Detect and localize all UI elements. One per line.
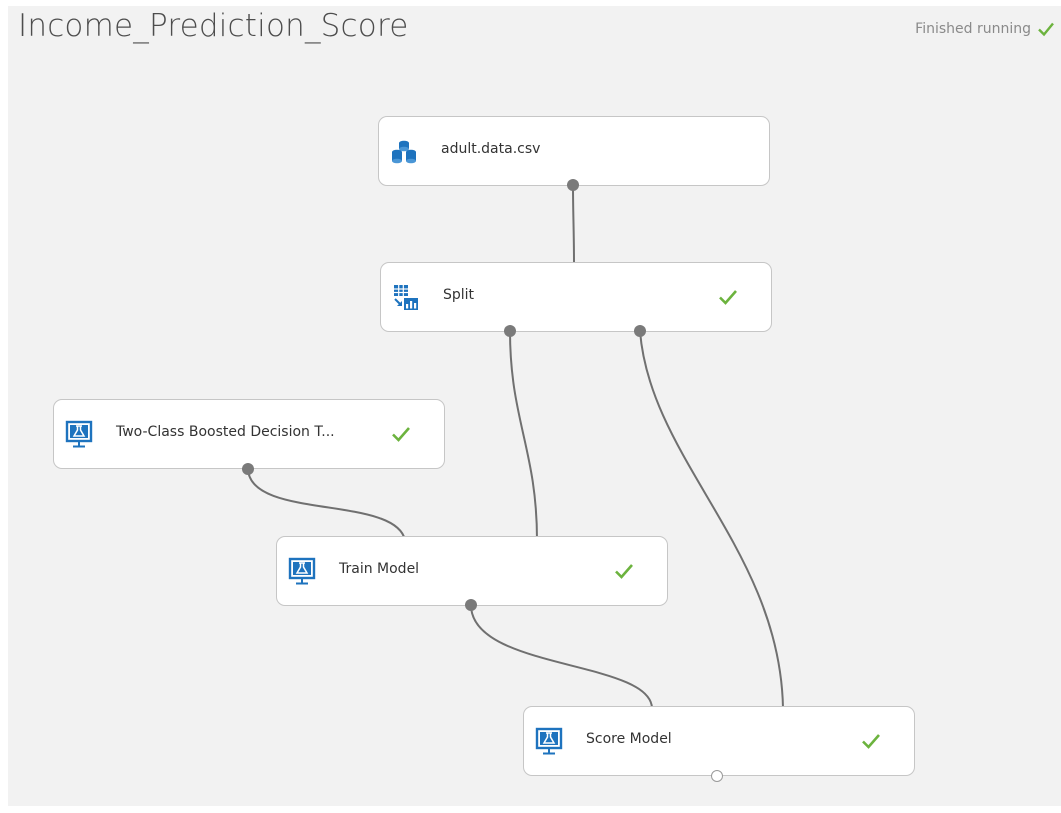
module-train-model[interactable]: Train Model (276, 536, 668, 606)
connector-train-to-score (470, 604, 653, 709)
ml-model-icon (535, 727, 563, 755)
connector-split-to-train (509, 330, 538, 541)
connector-boosted-to-train (247, 468, 406, 541)
module-label: adult.data.csv (441, 141, 541, 157)
completed-checkmark-icon (719, 290, 737, 305)
module-label: Split (443, 287, 475, 303)
module-label: Score Model (586, 731, 672, 747)
module-split[interactable]: Split (380, 262, 772, 332)
module-score-model[interactable]: Score Model (523, 706, 915, 776)
completed-checkmark-icon (392, 427, 410, 442)
output-port[interactable] (634, 325, 646, 337)
split-data-icon (394, 285, 418, 310)
output-port[interactable] (242, 463, 254, 475)
output-port[interactable] (504, 325, 516, 337)
module-label: Two-Class Boosted Decision T... (116, 424, 335, 440)
completed-checkmark-icon (862, 734, 880, 749)
connector-dataset-to-split (572, 184, 575, 265)
output-port-unconnected[interactable] (711, 770, 723, 782)
ml-model-icon (65, 420, 93, 448)
module-dataset[interactable]: adult.data.csv (378, 116, 770, 186)
ml-model-icon (288, 557, 316, 585)
dataset-icon (392, 140, 416, 164)
module-two-class-boosted-decision-tree[interactable]: Two-Class Boosted Decision T... (53, 399, 445, 469)
output-port[interactable] (465, 599, 477, 611)
completed-checkmark-icon (615, 564, 633, 579)
output-port[interactable] (567, 179, 579, 191)
module-label: Train Model (339, 561, 420, 577)
connector-split-to-score (639, 330, 784, 709)
